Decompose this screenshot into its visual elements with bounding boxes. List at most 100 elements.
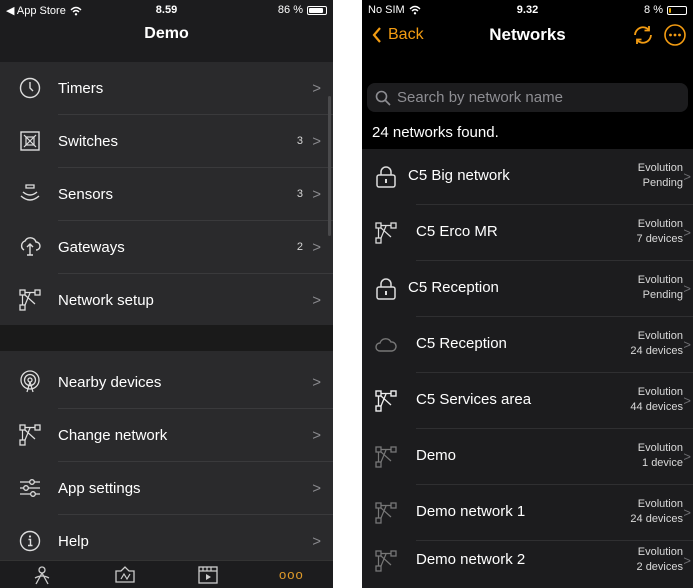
tab-scenes[interactable] [188, 564, 228, 586]
network-name: C5 Erco MR [416, 223, 498, 240]
results-count: 24 networks found. [372, 124, 499, 141]
network-row[interactable]: C5 Big network Evolution Pending > [362, 149, 693, 204]
menu-item-label: Nearby devices [58, 373, 162, 391]
status-bar: No SIM 9.32 8 % [362, 0, 693, 20]
more-icon: ooo [279, 567, 304, 582]
network-row[interactable]: C5 Reception Evolution Pending > [362, 261, 693, 316]
info-icon [19, 530, 41, 552]
menu-item-sensors[interactable]: Sensors 3 > [0, 168, 333, 220]
menu-item-label: Timers [58, 79, 104, 97]
tab-locate[interactable] [22, 564, 62, 586]
item-count-badge: 2 [296, 241, 303, 253]
search-icon [375, 90, 391, 106]
battery-percent: 86 % [277, 4, 303, 16]
menu-item-label: Switches [58, 132, 119, 150]
map-icon [115, 565, 135, 583]
menu-item-nearby-devices[interactable]: Nearby devices > [0, 356, 333, 408]
page-title: Demo [144, 25, 189, 42]
search-input[interactable] [395, 88, 669, 107]
menu-item-label: App settings [58, 479, 141, 497]
chevron-right-icon: > [683, 281, 691, 296]
scenes-icon [198, 565, 218, 584]
phone-screen-demo: ◀ App Store 8.59 86 % Demo Timers > Swit… [0, 0, 333, 588]
network-name: Demo network 1 [416, 503, 526, 520]
chevron-right-icon: > [683, 505, 691, 520]
network-icon [375, 502, 397, 524]
network-type: Evolution [637, 498, 683, 510]
network-type: Evolution [637, 218, 683, 230]
switch-icon [20, 131, 40, 151]
tab-more[interactable]: ooo [271, 564, 311, 586]
phone-screen-networks: No SIM 9.32 8 % Back Networks 24 network… [362, 0, 693, 588]
tab-bar: ooo [0, 560, 333, 588]
chevron-right-icon: > [683, 449, 691, 464]
scrollbar[interactable] [328, 96, 331, 236]
chevron-right-icon: > [312, 79, 321, 97]
network-icon [375, 390, 397, 412]
network-name: C5 Services area [416, 391, 532, 408]
menu-item-label: Gateways [58, 238, 125, 256]
network-status: 44 devices [630, 401, 683, 413]
network-icon [19, 289, 41, 311]
more-options-icon[interactable] [663, 23, 687, 47]
menu-group-secondary: Nearby devices > Change network > App se… [0, 351, 333, 561]
menu-item-label: Sensors [58, 185, 114, 203]
network-type: Evolution [637, 330, 683, 342]
menu-item-label: Change network [58, 426, 168, 444]
item-count-badge: 3 [296, 135, 303, 147]
chevron-right-icon: > [312, 373, 321, 391]
chevron-right-icon: > [312, 132, 321, 150]
network-name: Demo [416, 447, 457, 464]
menu-item-app-settings[interactable]: App settings > [0, 462, 333, 514]
chevron-right-icon: > [683, 553, 691, 568]
menu-item-gateways[interactable]: Gateways 2 > [0, 221, 333, 273]
network-status: Pending [642, 177, 683, 189]
network-status: 24 devices [630, 513, 683, 525]
chevron-right-icon: > [683, 225, 691, 240]
network-type: Evolution [637, 162, 683, 174]
network-name: C5 Big network [408, 167, 510, 184]
section-divider [0, 325, 333, 351]
network-row[interactable]: Demo Evolution 1 device > [362, 429, 693, 484]
chevron-right-icon: > [312, 532, 321, 550]
network-icon [375, 550, 397, 572]
network-row[interactable]: Demo network 1 Evolution 24 devices > [362, 485, 693, 540]
chevron-right-icon: > [312, 426, 321, 444]
network-status: Pending [642, 289, 683, 301]
lock-icon [376, 166, 396, 188]
chevron-right-icon: > [312, 291, 321, 309]
network-type: Evolution [637, 386, 683, 398]
network-name: C5 Reception [416, 335, 507, 352]
network-row[interactable]: C5 Erco MR Evolution 7 devices > [362, 205, 693, 260]
battery-icon [307, 5, 327, 15]
network-row[interactable]: C5 Reception Evolution 24 devices > [362, 317, 693, 372]
menu-item-network-setup[interactable]: Network setup > [0, 274, 333, 326]
sensor-icon [20, 184, 40, 201]
battery-charging-icon [667, 5, 687, 15]
network-type: Evolution [637, 442, 683, 454]
chevron-right-icon: > [312, 185, 321, 203]
refresh-icon[interactable] [631, 23, 655, 47]
network-type: Evolution [637, 274, 683, 286]
cloud-icon [375, 338, 397, 352]
tab-map[interactable] [105, 564, 145, 586]
lock-icon [376, 278, 396, 300]
network-status: 2 devices [636, 561, 683, 573]
menu-group-primary: Timers > Switches 3 > Sensors 3 > Gatewa… [0, 62, 333, 325]
network-status: 24 devices [630, 345, 683, 357]
status-bar: ◀ App Store 8.59 86 % [0, 0, 333, 20]
network-row[interactable]: C5 Services area Evolution 44 devices > [362, 373, 693, 428]
menu-item-timers[interactable]: Timers > [0, 62, 333, 114]
menu-item-switches[interactable]: Switches 3 > [0, 115, 333, 167]
network-name: C5 Reception [408, 279, 499, 296]
menu-item-label: Network setup [58, 291, 154, 309]
chevron-right-icon: > [312, 238, 321, 256]
nearby-icon [20, 370, 40, 393]
network-icon [19, 424, 41, 446]
network-list: C5 Big network Evolution Pending > C5 Er… [362, 149, 693, 588]
chevron-right-icon: > [683, 337, 691, 352]
sliders-icon [20, 479, 40, 497]
network-status: 1 device [642, 457, 683, 469]
menu-item-change-network[interactable]: Change network > [0, 409, 333, 461]
network-row[interactable]: Demo network 2 Evolution 2 devices > [362, 533, 693, 588]
